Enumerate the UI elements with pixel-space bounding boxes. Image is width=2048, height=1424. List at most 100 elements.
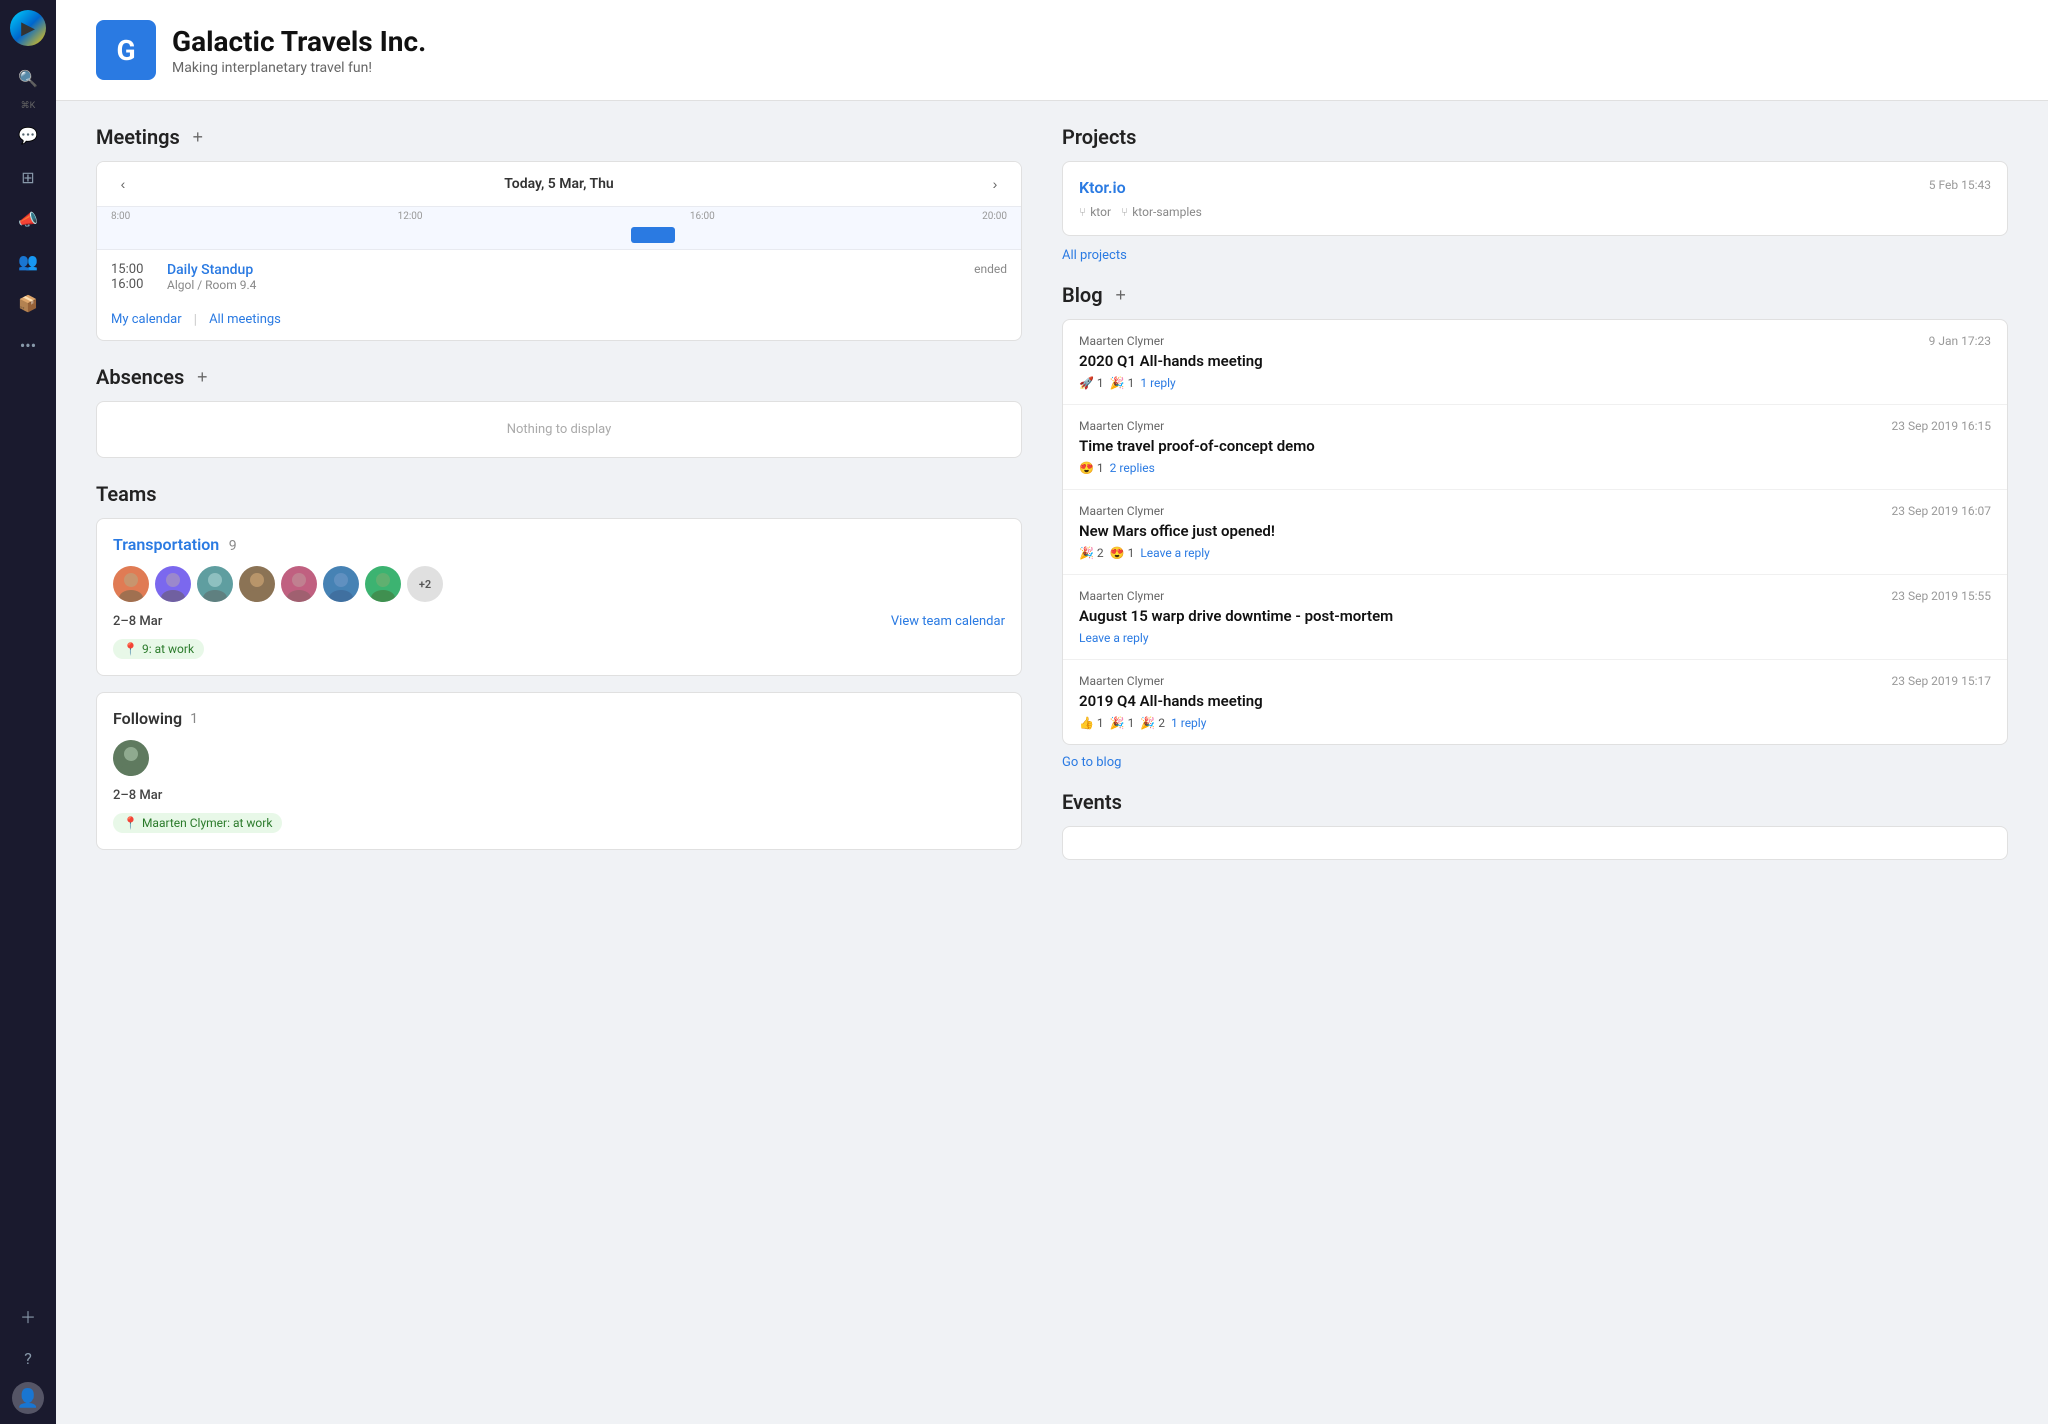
following-avatars bbox=[113, 740, 1005, 776]
blog-title: Blog bbox=[1062, 283, 1103, 307]
timeline-label-1600: 16:00 bbox=[690, 211, 715, 222]
events-title: Events bbox=[1062, 790, 1122, 814]
absences-title: Absences bbox=[96, 365, 184, 389]
add-absence-button[interactable]: + bbox=[192, 367, 212, 387]
team-member-6[interactable] bbox=[323, 566, 359, 602]
project-tag-2: ⑂ ktor-samples bbox=[1121, 205, 1202, 219]
blog-author-2: Maarten Clymer bbox=[1079, 504, 1164, 518]
blog-reactions-2: 🎉 2 😍 1 Leave a reply bbox=[1079, 546, 1991, 560]
reply-link-4[interactable]: 1 reply bbox=[1171, 716, 1206, 730]
blog-author-4: Maarten Clymer bbox=[1079, 674, 1164, 688]
following-header: Following 1 bbox=[113, 709, 1005, 728]
branch-icon-2: ⑂ bbox=[1121, 205, 1128, 219]
blog-item-3: Maarten Clymer 23 Sep 2019 15:55 August … bbox=[1063, 575, 2007, 660]
all-meetings-link[interactable]: All meetings bbox=[209, 312, 281, 328]
user-avatar[interactable]: 👤 bbox=[12, 1382, 44, 1414]
timeline-label-800: 8:00 bbox=[111, 211, 130, 222]
all-projects-link[interactable]: All projects bbox=[1062, 248, 2008, 263]
reply-link-0[interactable]: 1 reply bbox=[1140, 376, 1175, 390]
team-member-3[interactable] bbox=[197, 566, 233, 602]
blog-date-3: 23 Sep 2019 15:55 bbox=[1891, 589, 1991, 603]
main-content: G Galactic Travels Inc. Making interplan… bbox=[56, 0, 2048, 1424]
grid-icon: ⊞ bbox=[21, 168, 34, 187]
team-avatars: +2 bbox=[113, 566, 1005, 602]
meeting-item: 15:00 16:00 Daily Standup Algol / Room 9… bbox=[97, 250, 1021, 304]
team-name[interactable]: Transportation bbox=[113, 535, 219, 554]
blog-title-3[interactable]: August 15 warp drive downtime - post-mor… bbox=[1079, 607, 1991, 625]
blog-reactions-1: 😍 1 2 replies bbox=[1079, 461, 1991, 475]
following-card: Following 1 2–8 Mar 📍 Maarten Clymer: at… bbox=[96, 692, 1022, 850]
sidebar-messages[interactable]: 💬 bbox=[10, 117, 46, 153]
blog-date-1: 23 Sep 2019 16:15 bbox=[1891, 419, 1991, 433]
org-name: Galactic Travels Inc. bbox=[172, 25, 426, 58]
reaction-0-0: 🚀 1 bbox=[1079, 376, 1104, 390]
following-count: 1 bbox=[190, 711, 198, 727]
calendar-prev-button[interactable]: ‹ bbox=[111, 172, 135, 196]
sidebar: ▶ 🔍 ⌘K 💬 ⊞ 📣 👥 📦 ••• ＋ ? 👤 bbox=[0, 0, 56, 1424]
blog-date-2: 23 Sep 2019 16:07 bbox=[1891, 504, 1991, 518]
meeting-start-time: 15:00 bbox=[111, 262, 151, 277]
team-card: Transportation 9 bbox=[96, 518, 1022, 676]
absences-section-header: Absences + bbox=[96, 365, 1022, 389]
following-member-1[interactable] bbox=[113, 740, 149, 776]
reply-link-1[interactable]: 2 replies bbox=[1110, 461, 1155, 475]
add-blog-button[interactable]: + bbox=[1111, 285, 1131, 305]
blog-container: Maarten Clymer 9 Jan 17:23 2020 Q1 All-h… bbox=[1062, 319, 2008, 745]
blog-title-1[interactable]: Time travel proof-of-concept demo bbox=[1079, 437, 1991, 455]
sidebar-more[interactable]: ••• bbox=[10, 327, 46, 363]
team-member-2[interactable] bbox=[155, 566, 191, 602]
meeting-info: Daily Standup Algol / Room 9.4 bbox=[167, 262, 958, 292]
project-name[interactable]: Ktor.io bbox=[1079, 178, 1126, 197]
org-logo-letter: G bbox=[116, 34, 135, 67]
blog-title-0[interactable]: 2020 Q1 All-hands meeting bbox=[1079, 352, 1991, 370]
reaction-2-0: 🎉 2 bbox=[1079, 546, 1104, 560]
message-icon: 💬 bbox=[18, 126, 38, 145]
sidebar-add[interactable]: ＋ bbox=[10, 1298, 46, 1334]
meeting-status: ended bbox=[974, 262, 1007, 276]
meeting-times: 15:00 16:00 bbox=[111, 262, 151, 292]
go-to-blog-link[interactable]: Go to blog bbox=[1062, 755, 2008, 770]
timeline: 8:00 12:00 16:00 20:00 bbox=[97, 206, 1021, 250]
reaction-2-1: 😍 1 bbox=[1110, 546, 1135, 560]
sidebar-megaphone[interactable]: 📣 bbox=[10, 201, 46, 237]
sidebar-cube[interactable]: 📦 bbox=[10, 285, 46, 321]
view-team-calendar-link[interactable]: View team calendar bbox=[891, 614, 1005, 629]
team-date-range: 2–8 Mar bbox=[113, 614, 162, 629]
team-member-4[interactable] bbox=[239, 566, 275, 602]
team-member-5[interactable] bbox=[281, 566, 317, 602]
avatar-image: 👤 bbox=[17, 1388, 39, 1409]
calendar-next-button[interactable]: › bbox=[983, 172, 1007, 196]
team-member-7[interactable] bbox=[365, 566, 401, 602]
projects-section-header: Projects bbox=[1062, 125, 2008, 149]
team-count: 9 bbox=[229, 538, 237, 554]
more-icon: ••• bbox=[20, 336, 36, 355]
following-status-text: Maarten Clymer: at work bbox=[142, 816, 272, 830]
blog-item-2: Maarten Clymer 23 Sep 2019 16:07 New Mar… bbox=[1063, 490, 2007, 575]
question-icon: ? bbox=[24, 1349, 32, 1368]
blog-date-0: 9 Jan 17:23 bbox=[1929, 334, 1991, 348]
my-calendar-link[interactable]: My calendar bbox=[111, 312, 182, 328]
blog-title-4[interactable]: 2019 Q4 All-hands meeting bbox=[1079, 692, 1991, 710]
sidebar-help[interactable]: ? bbox=[10, 1340, 46, 1376]
timeline-labels: 8:00 12:00 16:00 20:00 bbox=[97, 211, 1021, 222]
following-title: Following bbox=[113, 709, 182, 728]
location-icon: 📍 bbox=[123, 642, 138, 656]
blog-reactions-0: 🚀 1 🎉 1 1 reply bbox=[1079, 376, 1991, 390]
add-meeting-button[interactable]: + bbox=[188, 127, 208, 147]
teams-title: Teams bbox=[96, 482, 157, 506]
team-member-1[interactable] bbox=[113, 566, 149, 602]
leave-reply-link-3[interactable]: Leave a reply bbox=[1079, 631, 1149, 645]
projects-title: Projects bbox=[1062, 125, 1136, 149]
blog-title-2[interactable]: New Mars office just opened! bbox=[1079, 522, 1991, 540]
team-status-badge: 📍 9: at work bbox=[113, 639, 204, 659]
sidebar-search[interactable]: 🔍 bbox=[10, 60, 46, 96]
app-logo[interactable]: ▶ bbox=[10, 10, 46, 46]
branch-icon-1: ⑂ bbox=[1079, 205, 1086, 219]
blog-meta-3: Maarten Clymer 23 Sep 2019 15:55 bbox=[1079, 589, 1991, 603]
sidebar-grid[interactable]: ⊞ bbox=[10, 159, 46, 195]
team-dates-row: 2–8 Mar View team calendar bbox=[113, 614, 1005, 629]
team-more-members[interactable]: +2 bbox=[407, 566, 443, 602]
timeline-bar bbox=[111, 227, 1007, 243]
sidebar-users[interactable]: 👥 bbox=[10, 243, 46, 279]
leave-reply-link-2[interactable]: Leave a reply bbox=[1140, 546, 1210, 560]
